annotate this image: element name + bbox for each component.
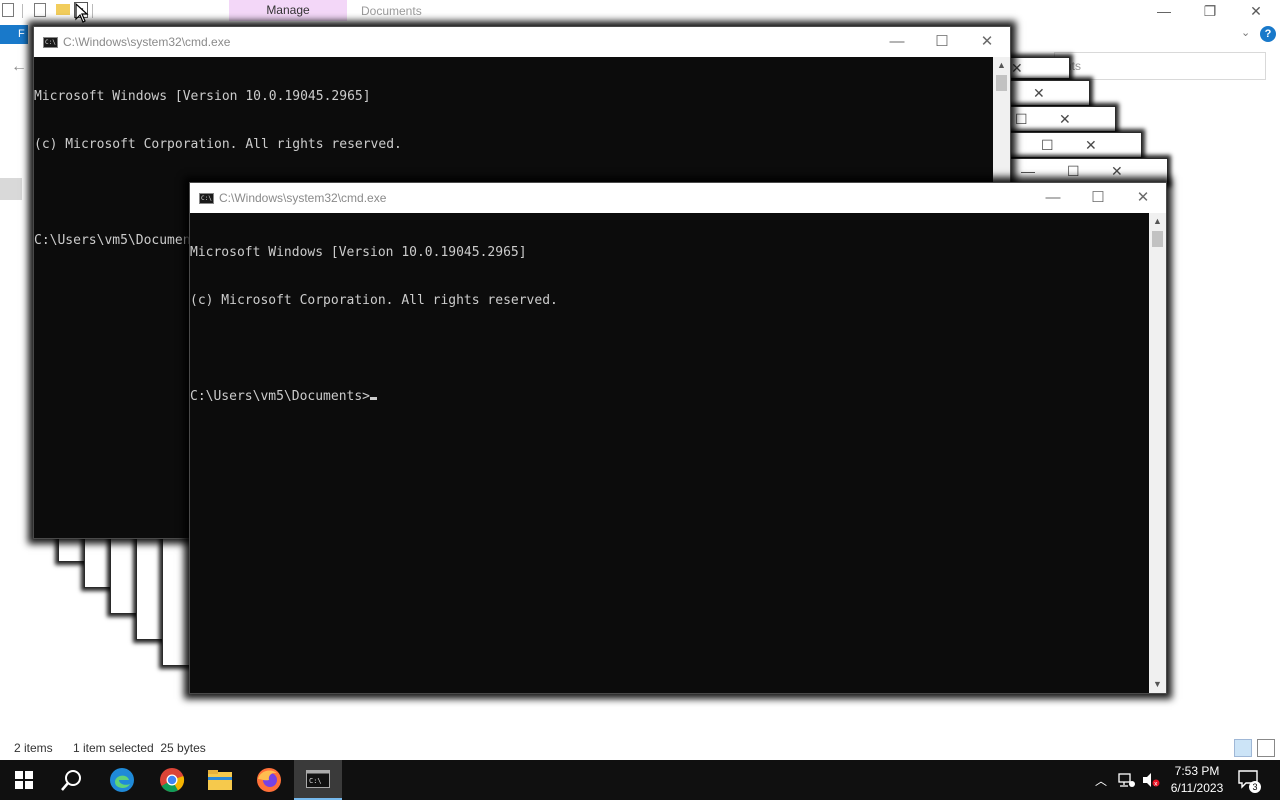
vertical-scrollbar[interactable]: ▲ [993,57,1010,183]
minimize-button[interactable]: — [874,27,920,57]
cmd-titlebar[interactable]: C:\ C:\Windows\system32\cmd.exe — ☐ ✕ [34,27,1010,57]
qat-divider-2 [92,4,93,18]
large-icons-view-icon[interactable] [1257,739,1275,757]
volume-muted-icon: x [1143,773,1160,788]
status-item-count: 2 items [14,741,53,755]
console-prompt-line: C:\Users\vm5\Documents> [190,389,558,405]
search-icon [61,770,81,791]
windows-logo-icon [15,771,33,789]
show-hidden-icons-button[interactable]: ︿ [1095,760,1107,800]
ghost-close-icon: ✕ [1033,85,1045,101]
cmd-icon: C:\ [306,770,330,788]
ghost-window-trail [162,536,192,666]
nav-pane-selected-item[interactable] [0,178,22,200]
svg-text:x: x [1154,781,1158,788]
ghost-maximize-icon: ☐ [1041,137,1054,153]
details-view-icon[interactable] [1234,739,1252,757]
taskbar-firefox[interactable] [245,760,293,800]
network-icon[interactable] [1118,760,1136,800]
scroll-thumb[interactable] [996,75,1007,91]
explorer-close-button[interactable]: ✕ [1233,0,1279,22]
action-center-button[interactable]: 3 [1238,760,1261,800]
properties-icon[interactable] [34,3,46,17]
taskbar-file-explorer[interactable] [196,760,244,800]
status-selection: 1 item selected 25 bytes [73,741,206,755]
ribbon-expand-icon[interactable]: ⌄ [1241,26,1250,39]
start-button[interactable] [0,760,48,800]
qat-divider [22,4,23,18]
clock-date: 6/11/2023 [1170,781,1224,795]
text-cursor [370,397,378,400]
notification-badge: 3 [1249,781,1261,793]
cmd-icon: C:\ [43,37,58,48]
network-status-icon [1118,773,1135,787]
cmd-window-front[interactable]: C:\ C:\Windows\system32\cmd.exe — ☐ ✕ Mi… [190,183,1166,693]
scroll-thumb[interactable] [1152,231,1163,247]
console-prompt: C:\Users\vm5\Documents> [34,233,215,248]
taskbar-search-button[interactable] [48,760,96,800]
scroll-up-icon[interactable]: ▲ [1149,213,1166,230]
ghost-close-icon: ✕ [1111,163,1123,179]
ghost-window-trail: — ☐ ✕ [1010,158,1168,184]
console-line: (c) Microsoft Corporation. All rights re… [34,137,402,152]
explorer-title: Documents [361,4,422,18]
minimize-button[interactable]: — [1030,183,1076,213]
file-explorer-icon [208,770,232,790]
console-prompt: C:\Users\vm5\Documents> [190,389,371,404]
taskbar: C:\ ︿ x 7:53 PM 6/11/2023 3 [0,760,1280,800]
ghost-close-icon: ✕ [1011,60,1023,76]
ribbon-file-tab[interactable]: F [0,25,28,44]
taskbar-edge[interactable] [98,760,146,800]
ghost-close-icon: ✕ [1059,111,1071,127]
edge-icon [110,768,134,792]
ghost-window-trail: ✕ [1010,80,1090,106]
ghost-minimize-icon: — [1021,163,1035,179]
taskbar-chrome[interactable] [148,760,196,800]
explorer-restore-button[interactable]: ❐ [1187,0,1233,22]
back-arrow-icon[interactable]: ← [11,58,27,76]
explorer-app-icon [2,3,14,17]
firefox-icon [257,768,281,792]
console-line: Microsoft Windows [Version 10.0.19045.29… [190,245,527,260]
cmd-window-title: C:\Windows\system32\cmd.exe [219,191,387,205]
console-output[interactable]: Microsoft Windows [Version 10.0.19045.29… [190,213,558,437]
scroll-down-icon[interactable]: ▼ [1149,676,1166,693]
ghost-window-trail: ☐ ✕ [1010,106,1116,132]
ghost-window-trail: ✕ [1010,57,1070,79]
maximize-button[interactable]: ☐ [919,27,965,57]
chrome-icon [160,768,185,793]
chevron-up-icon: ︿ [1095,773,1108,788]
maximize-button[interactable]: ☐ [1075,183,1121,213]
new-folder-icon[interactable] [56,4,70,15]
search-input[interactable]: nts [1054,52,1266,80]
taskbar-cmd[interactable]: C:\ [294,760,342,800]
cmd-titlebar[interactable]: C:\ C:\Windows\system32\cmd.exe — ☐ ✕ [190,183,1166,213]
ribbon-manage-tab[interactable]: Manage [229,0,347,21]
system-clock[interactable]: 7:53 PM 6/11/2023 [1164,763,1230,797]
close-button[interactable]: ✕ [1120,183,1166,213]
help-icon[interactable]: ? [1260,26,1276,42]
volume-icon[interactable]: x [1142,760,1160,800]
ghost-maximize-icon: ☐ [1067,163,1080,179]
close-button[interactable]: ✕ [964,27,1010,57]
ghost-close-icon: ✕ [1085,137,1097,153]
cmd-icon: C:\ [199,193,214,204]
scroll-up-icon[interactable]: ▲ [993,57,1010,74]
cmd-window-title: C:\Windows\system32\cmd.exe [63,35,231,49]
vertical-scrollbar[interactable]: ▲ ▼ [1149,213,1166,693]
explorer-minimize-button[interactable]: — [1141,0,1187,22]
console-line: (c) Microsoft Corporation. All rights re… [190,293,558,308]
console-line: Microsoft Windows [Version 10.0.19045.29… [34,89,371,104]
svg-text:C:\: C:\ [309,777,322,785]
clock-time: 7:53 PM [1174,764,1220,778]
ghost-window-trail: ☐ ✕ [1010,132,1142,158]
mouse-pointer-icon [75,3,89,23]
ghost-maximize-icon: ☐ [1015,111,1028,127]
